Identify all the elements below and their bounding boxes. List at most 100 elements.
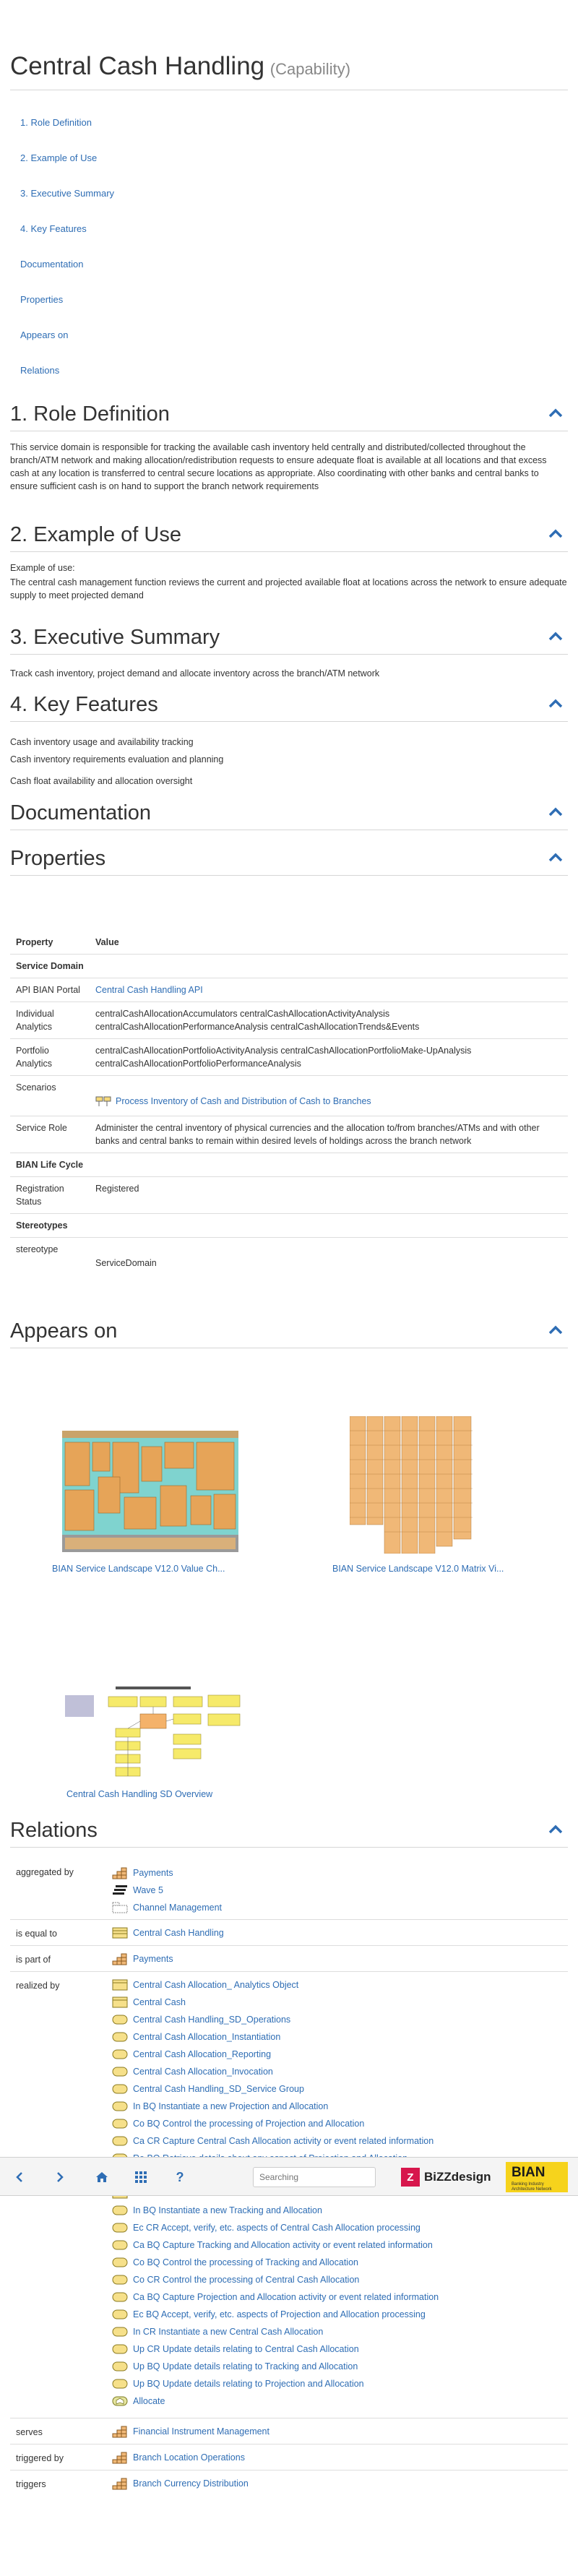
forward-arrow-icon[interactable] (51, 2168, 69, 2187)
relation-label: triggered by (16, 2453, 64, 2463)
business-object-icon (111, 1996, 129, 2009)
example-text: The central cash management function rev… (10, 577, 567, 600)
collapse-chevron-icon[interactable] (548, 1324, 564, 1335)
relation-link[interactable]: Central Cash Allocation_Invocation (133, 2063, 273, 2080)
property-value: ServiceDomain (90, 1237, 568, 1275)
property-label: Individual Analytics (10, 1001, 90, 1039)
search-input[interactable] (253, 2167, 376, 2187)
toc-role-definition[interactable]: 1. Role Definition (20, 117, 92, 128)
realized-by-item: Ca BQ Capture Tracking and Allocation ac… (111, 2236, 439, 2254)
relation-link[interactable]: Up BQ Update details relating to Trackin… (133, 2358, 358, 2375)
section-properties: Properties (10, 844, 568, 876)
relation-link[interactable]: Branch Location Operations (133, 2449, 245, 2466)
appears-on-link[interactable]: Central Cash Handling SD Overview (66, 1789, 212, 1799)
relation-link[interactable]: In CR Instantiate a new Central Cash All… (133, 2323, 323, 2340)
capability-icon (111, 2477, 129, 2490)
relation-link[interactable]: Wave 5 (133, 1882, 163, 1899)
collapse-chevron-icon[interactable] (548, 851, 564, 863)
collapse-chevron-icon[interactable] (548, 806, 564, 817)
toc-key-features[interactable]: 4. Key Features (20, 223, 87, 234)
executive-summary-text: Track cash inventory, project demand and… (10, 668, 380, 679)
relation-link[interactable]: Payments (133, 1950, 173, 1968)
relation-link[interactable]: Financial Instrument Management (133, 2423, 269, 2440)
api-portal-link[interactable]: Central Cash Handling API (95, 985, 203, 995)
section-heading: Properties (10, 847, 106, 870)
key-feature-item: Cash float availability and allocation o… (10, 776, 193, 786)
section-heading: Relations (10, 1819, 98, 1842)
key-feature-item: Cash inventory requirements evaluation a… (10, 754, 224, 764)
grid-icon[interactable] (131, 2168, 150, 2187)
toc-appears-on[interactable]: Appears on (20, 329, 69, 340)
realized-by-item: Ec BQ Accept, verify, etc. aspects of Pr… (111, 2306, 439, 2323)
relation-link[interactable]: Up BQ Update details relating to Project… (133, 2375, 364, 2392)
value-chain-thumbnail[interactable] (62, 1431, 238, 1552)
example-label: Example of use: (10, 563, 75, 573)
toc-relations[interactable]: Relations (20, 365, 59, 376)
bottom-toolbar: ? Z BiZZdesign BIAN Banking Industry Arc… (0, 2157, 578, 2196)
relation-link[interactable]: Allocate (133, 2392, 165, 2410)
collapse-chevron-icon[interactable] (548, 407, 564, 418)
relation-link[interactable]: Ec BQ Accept, verify, etc. aspects of Pr… (133, 2306, 426, 2323)
section-relations: Relations (10, 1816, 568, 1848)
relation-link[interactable]: Central Cash Allocation_Instantiation (133, 2028, 280, 2046)
back-arrow-icon[interactable] (10, 2168, 29, 2187)
realized-by-item: Up CR Update details relating to Central… (111, 2340, 439, 2358)
bizzdesign-logo: Z BiZZdesign (401, 2168, 491, 2187)
toc-properties[interactable]: Properties (20, 294, 63, 305)
collapse-chevron-icon[interactable] (548, 1823, 564, 1835)
service-icon (111, 2256, 129, 2269)
home-icon[interactable] (92, 2168, 111, 2187)
relation-link[interactable]: In BQ Instantiate a new Projection and A… (133, 2098, 328, 2115)
relation-link[interactable]: Co CR Control the processing of Central … (133, 2271, 359, 2288)
collapse-chevron-icon[interactable] (548, 527, 564, 539)
relation-link[interactable]: Ec CR Accept, verify, etc. aspects of Ce… (133, 2219, 420, 2236)
relation-part-of: is part of Payments (10, 1945, 568, 1971)
realized-by-item: Co CR Control the processing of Central … (111, 2271, 439, 2288)
relation-link[interactable]: Central Cash Handling (133, 1924, 224, 1942)
plateau-icon (111, 1884, 129, 1897)
relation-link[interactable]: Central Cash Handling_SD_Operations (133, 2011, 290, 2028)
grouping-icon (111, 1901, 129, 1914)
realized-by-item: In BQ Instantiate a new Tracking and All… (111, 2202, 439, 2219)
property-label: API BIAN Portal (10, 978, 90, 1002)
collapse-chevron-icon[interactable] (548, 697, 564, 709)
toc-documentation[interactable]: Documentation (20, 259, 83, 270)
service-icon (111, 2325, 129, 2338)
relation-link[interactable]: Payments (133, 1864, 173, 1882)
relation-label: triggers (16, 2479, 46, 2489)
relation-link[interactable]: Ca BQ Capture Tracking and Allocation ac… (133, 2236, 433, 2254)
service-icon (111, 2273, 129, 2286)
toc-executive-summary[interactable]: 3. Executive Summary (20, 188, 114, 199)
page-title: Central Cash Handling (10, 52, 265, 80)
relation-link[interactable]: Central Cash Allocation_Reporting (133, 2046, 271, 2063)
relation-link[interactable]: Central Cash Handling_SD_Service Group (133, 2080, 304, 2098)
section-heading: 2. Example of Use (10, 523, 181, 546)
relation-link[interactable]: Co BQ Control the processing of Tracking… (133, 2254, 358, 2271)
property-label: stereotype (10, 1237, 90, 1275)
appears-on-link[interactable]: BIAN Service Landscape V12.0 Matrix Vi..… (332, 1564, 504, 1574)
service-icon (111, 2343, 129, 2356)
table-of-contents: 1. Role Definition 2. Example of Use 3. … (20, 116, 114, 399)
property-label: Portfolio Analytics (10, 1038, 90, 1076)
relation-link[interactable]: Ca BQ Capture Projection and Allocation … (133, 2288, 439, 2306)
relation-link[interactable]: Branch Currency Distribution (133, 2475, 249, 2492)
relation-link[interactable]: Central Cash (133, 1994, 186, 2011)
help-icon[interactable]: ? (171, 2168, 189, 2187)
relation-aggregated-by: aggregated by Payments Wave 5 Channel Ma… (10, 1858, 568, 1919)
column-header-property: Property (16, 937, 53, 947)
relation-link[interactable]: In BQ Instantiate a new Tracking and All… (133, 2202, 322, 2219)
relation-link[interactable]: Co BQ Control the processing of Projecti… (133, 2115, 364, 2132)
scenario-icon (95, 1095, 111, 1107)
matrix-view-thumbnail[interactable] (349, 1416, 473, 1554)
relation-link[interactable]: Central Cash Allocation_ Analytics Objec… (133, 1976, 298, 1994)
relation-link[interactable]: Ca CR Capture Central Cash Allocation ac… (133, 2132, 434, 2150)
appears-on-link[interactable]: BIAN Service Landscape V12.0 Value Ch... (52, 1564, 225, 1574)
toc-example-of-use[interactable]: 2. Example of Use (20, 152, 97, 163)
service-icon (111, 2048, 129, 2061)
collapse-chevron-icon[interactable] (548, 630, 564, 642)
section-key-features: 4. Key Features (10, 690, 568, 722)
relation-link[interactable]: Up CR Update details relating to Central… (133, 2340, 359, 2358)
relation-link[interactable]: Channel Management (133, 1899, 222, 1916)
sd-overview-thumbnail[interactable] (65, 1685, 241, 1786)
scenario-link[interactable]: Process Inventory of Cash and Distributi… (116, 1095, 371, 1108)
